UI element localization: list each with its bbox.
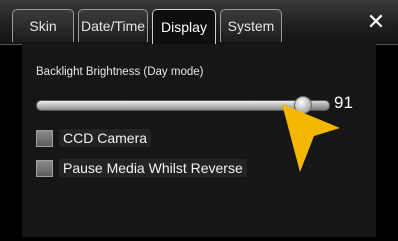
ccd-camera-label: CCD Camera <box>59 129 152 147</box>
pause-media-option[interactable]: Pause Media Whilst Reverse <box>36 158 247 178</box>
ccd-camera-checkbox[interactable] <box>36 129 53 147</box>
tab-skin[interactable]: Skin <box>12 9 74 42</box>
tab-system[interactable]: System <box>220 9 282 42</box>
tab-bar: Skin Date/Time Display System ✕ <box>0 0 398 45</box>
tab-system-label: System <box>227 18 275 34</box>
close-icon[interactable]: ✕ <box>366 9 386 35</box>
brightness-slider-fill <box>37 101 303 110</box>
pause-media-label: Pause Media Whilst Reverse <box>59 159 247 177</box>
settings-screen: Skin Date/Time Display System ✕ Backligh… <box>0 0 398 241</box>
pause-media-checkbox[interactable] <box>36 159 53 177</box>
tab-display-label: Display <box>161 19 207 35</box>
tab-display[interactable]: Display <box>152 9 216 44</box>
backlight-brightness-label: Backlight Brightness (Day mode) <box>36 66 204 78</box>
yellow-pointer-arrow-icon <box>282 104 340 172</box>
tab-date-time[interactable]: Date/Time <box>78 9 148 42</box>
ccd-camera-option[interactable]: CCD Camera <box>36 128 152 148</box>
tab-date-time-label: Date/Time <box>80 18 146 34</box>
tab-skin-label: Skin <box>29 18 57 34</box>
